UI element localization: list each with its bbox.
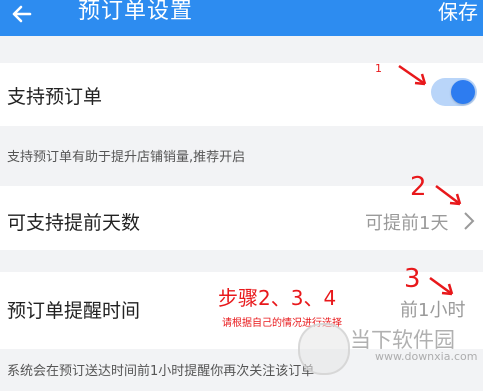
steps-annotation: 步骤2、3、4	[218, 286, 337, 310]
save-button[interactable]: 保存	[438, 0, 478, 28]
advance-days-value: 可提前1天	[365, 213, 449, 234]
top-app-bar: 预订单设置 保存	[0, 0, 483, 36]
support-preorder-note: 支持预订单有助于提升店铺销量,推荐开启	[7, 150, 246, 165]
annotation-marker-1: 1	[375, 62, 382, 75]
advance-days-label: 可支持提前天数	[7, 212, 141, 234]
annotation-marker-2: 2	[410, 172, 427, 202]
chevron-right-icon	[462, 210, 476, 236]
annotation-arrow-3-icon	[429, 276, 454, 296]
toggle-knob	[451, 80, 475, 104]
reminder-time-label: 预订单提醒时间	[7, 300, 141, 322]
reminder-note: 系统会在预订送达时间前1小时提醒你再次关注该订单	[7, 364, 315, 379]
annotation-arrow-2-icon	[435, 185, 462, 206]
annotation-arrow-1-icon	[398, 64, 427, 86]
watermark-logo-icon	[298, 323, 350, 375]
annotation-marker-3: 3	[404, 264, 421, 294]
support-preorder-label: 支持预订单	[7, 86, 103, 108]
support-preorder-toggle[interactable]	[431, 78, 477, 106]
page-title: 预订单设置	[78, 0, 194, 24]
watermark-url: www.downxia.com	[375, 350, 478, 363]
back-arrow-icon[interactable]	[10, 0, 40, 30]
